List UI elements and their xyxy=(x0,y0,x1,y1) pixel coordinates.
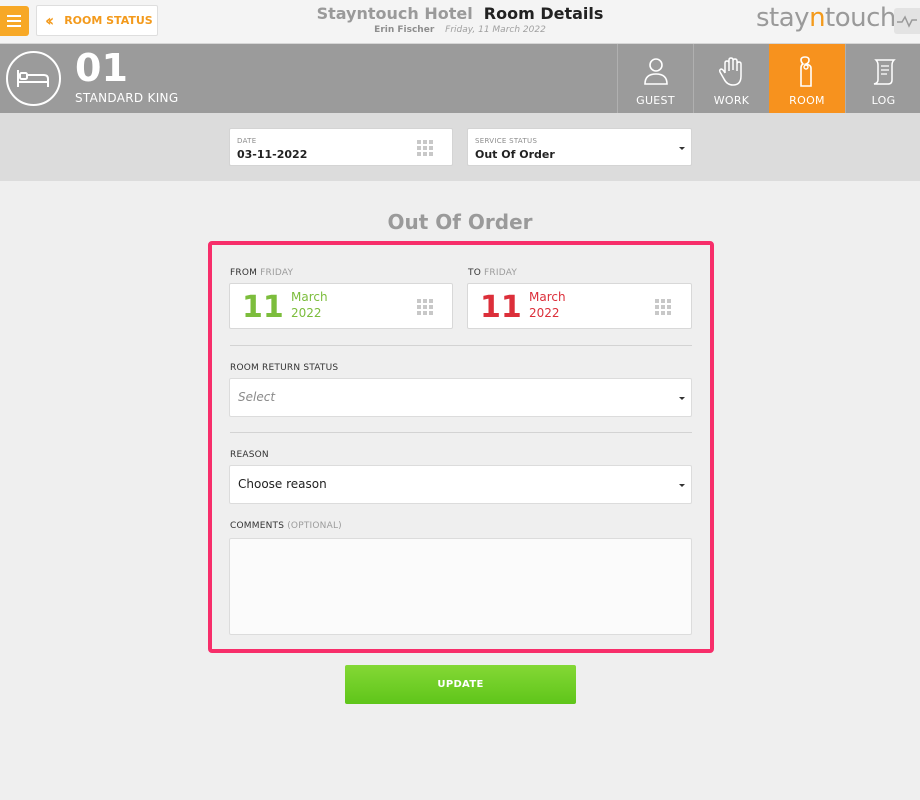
date-picker[interactable]: DATE 03-11-2022 xyxy=(229,128,453,166)
tab-work[interactable]: WORK xyxy=(693,44,769,113)
logo-text-stay: stay xyxy=(756,3,810,33)
user-name: Erin Fischer xyxy=(374,25,435,35)
service-status-select[interactable]: SERVICE STATUS Out Of Order xyxy=(467,128,692,166)
room-number: 01 xyxy=(75,46,128,90)
date-label: DATE xyxy=(237,137,257,145)
room-return-status-label: ROOM RETURN STATUS xyxy=(230,363,339,373)
logo-text-touch: touch xyxy=(825,3,896,33)
tab-label: GUEST xyxy=(636,94,675,107)
chevron-down-icon xyxy=(679,397,685,400)
activity-indicator-button[interactable] xyxy=(894,8,920,34)
to-year: 2022 xyxy=(529,306,560,320)
from-year: 2022 xyxy=(291,306,322,320)
to-label-text: TO xyxy=(468,268,481,278)
room-type: STANDARD KING xyxy=(75,91,179,105)
business-date: Friday, 11 March 2022 xyxy=(445,25,546,35)
date-value: 03-11-2022 xyxy=(237,148,308,161)
form-title: Out Of Order xyxy=(387,210,533,234)
chevron-down-icon xyxy=(679,484,685,487)
reason-value: Choose reason xyxy=(238,477,327,491)
from-month: March xyxy=(291,290,328,304)
comments-label: COMMENTS (OPTIONAL) xyxy=(230,521,342,531)
tab-room[interactable]: ROOM xyxy=(769,44,845,121)
hotel-name: Stayntouch Hotel xyxy=(316,4,473,23)
tab-label: LOG xyxy=(871,94,896,107)
from-day: 11 xyxy=(242,290,284,325)
calendar-icon xyxy=(417,299,433,315)
hand-icon xyxy=(718,57,742,86)
calendar-icon xyxy=(655,299,671,315)
divider xyxy=(230,432,692,433)
person-icon xyxy=(644,58,668,85)
tab-log[interactable]: LOG xyxy=(845,44,920,113)
from-label-text: FROM xyxy=(230,268,258,278)
from-weekday: FRIDAY xyxy=(260,268,294,278)
to-label: TO FRIDAY xyxy=(468,268,517,278)
from-label: FROM FRIDAY xyxy=(230,268,293,278)
scroll-icon xyxy=(873,59,896,85)
to-weekday: FRIDAY xyxy=(484,268,518,278)
door-hanger-icon xyxy=(800,56,812,87)
room-header: 01 STANDARD KING GUEST WORK ROOM LOG xyxy=(0,44,920,121)
tab-guest[interactable]: GUEST xyxy=(617,44,693,113)
room-return-status-select[interactable]: Select xyxy=(229,378,692,417)
tab-label: ROOM xyxy=(789,94,825,107)
pulse-icon xyxy=(897,15,917,28)
reason-label: REASON xyxy=(230,450,269,460)
comments-textarea[interactable] xyxy=(229,538,692,635)
filter-bar: DATE 03-11-2022 SERVICE STATUS Out Of Or… xyxy=(0,113,920,181)
update-button[interactable]: UPDATE xyxy=(345,665,576,704)
to-month: March xyxy=(529,290,566,304)
chevron-down-icon xyxy=(679,147,685,150)
to-date-picker[interactable]: 11 March 2022 xyxy=(467,283,692,329)
divider xyxy=(230,345,692,346)
bed-icon xyxy=(6,51,61,106)
to-day: 11 xyxy=(480,290,522,325)
top-bar: ‹‹ ROOM STATUS Stayntouch Hotel Room Det… xyxy=(0,0,920,44)
calendar-icon xyxy=(417,140,433,156)
comments-label-text: COMMENTS xyxy=(230,521,285,531)
service-status-value: Out Of Order xyxy=(475,148,555,161)
tab-label: WORK xyxy=(713,94,750,107)
service-status-label: SERVICE STATUS xyxy=(475,137,538,145)
room-return-status-placeholder: Select xyxy=(238,390,276,404)
page-title: Room Details xyxy=(483,4,604,23)
logo-text-n: n xyxy=(809,3,826,33)
from-date-picker[interactable]: 11 March 2022 xyxy=(229,283,453,329)
comments-optional: (OPTIONAL) xyxy=(287,521,342,531)
stayntouch-logo: stayntouch xyxy=(756,3,896,33)
reason-select[interactable]: Choose reason xyxy=(229,465,692,504)
